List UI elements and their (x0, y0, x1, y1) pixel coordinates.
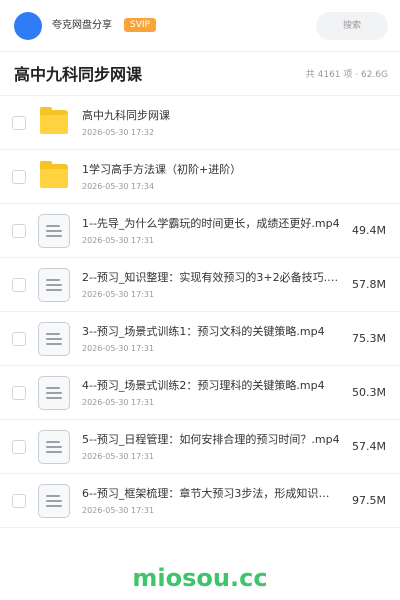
file-name: 2--预习_知识整理：实现有效预习的3+2必备技巧.mp4 (82, 271, 340, 284)
file-icon (38, 214, 70, 248)
folder-icon (38, 106, 70, 140)
file-size: 50.3M (352, 386, 386, 399)
list-item[interactable]: 1--先导_为什么学霸玩的时间更长，成绩还更好.mp4 2026-05-30 17… (0, 204, 400, 258)
list-item[interactable]: 4--预习_场景式训练2：预习理科的关键策略.mp4 2026-05-30 17:… (0, 366, 400, 420)
file-date: 2026-05-30 17:31 (82, 506, 155, 515)
file-list: 高中九科同步网课 2026-05-30 17:32 1学习高手方法课（初阶+进阶） 2… (0, 96, 400, 528)
file-date: 2026-05-30 17:34 (82, 182, 155, 191)
file-date: 2026-05-30 17:31 (82, 290, 155, 299)
file-size: 57.8M (352, 278, 386, 291)
select-checkbox[interactable] (12, 224, 26, 238)
file-size: 57.4M (352, 440, 386, 453)
file-icon (38, 430, 70, 464)
file-date: 2026-05-30 17:31 (82, 236, 155, 245)
header: 夸克网盘分享 SVIP 搜索 (0, 0, 400, 52)
file-name: 5--预习_日程管理：如何安排合理的预习时间？.mp4 (82, 433, 340, 446)
file-size: 97.5M (352, 494, 386, 507)
list-item[interactable]: 6--预习_框架梳理：章节大预习3步法，形成知识体系.mp4 2026-05-30… (0, 474, 400, 528)
file-name: 高中九科同步网课 (82, 109, 170, 122)
share-title: 夸克网盘分享 (52, 20, 112, 31)
file-date: 2026-05-30 17:31 (82, 344, 155, 353)
file-name: 4--预习_场景式训练2：预习理科的关键策略.mp4 (82, 379, 325, 392)
file-date: 2026-05-30 17:31 (82, 452, 155, 461)
select-checkbox[interactable] (12, 494, 26, 508)
select-checkbox[interactable] (12, 440, 26, 454)
list-item[interactable]: 高中九科同步网课 2026-05-30 17:32 (0, 96, 400, 150)
folder-icon (38, 160, 70, 194)
file-name: 1--先导_为什么学霸玩的时间更长，成绩还更好.mp4 (82, 217, 340, 230)
file-icon (38, 268, 70, 302)
list-item[interactable]: 2--预习_知识整理：实现有效预习的3+2必备技巧.mp4 2026-05-30 … (0, 258, 400, 312)
file-size: 49.4M (352, 224, 386, 237)
select-checkbox[interactable] (12, 386, 26, 400)
avatar[interactable] (14, 12, 42, 40)
file-date: 2026-05-30 17:31 (82, 398, 155, 407)
select-checkbox[interactable] (12, 116, 26, 130)
select-checkbox[interactable] (12, 278, 26, 292)
svip-badge: SVIP (124, 18, 156, 32)
file-name: 1学习高手方法课（初阶+进阶） (82, 163, 242, 176)
file-size: 75.3M (352, 332, 386, 345)
list-item[interactable]: 1学习高手方法课（初阶+进阶） 2026-05-30 17:34 (0, 150, 400, 204)
search-input[interactable]: 搜索 (316, 12, 388, 40)
file-name: 3--预习_场景式训练1：预习文科的关键策略.mp4 (82, 325, 325, 338)
title-bar: 高中九科同步网课 共 4161 项 · 62.6G (0, 52, 400, 96)
page-title: 高中九科同步网课 (14, 65, 143, 84)
select-checkbox[interactable] (12, 332, 26, 346)
select-checkbox[interactable] (12, 170, 26, 184)
file-icon (38, 376, 70, 410)
list-item[interactable]: 3--预习_场景式训练1：预习文科的关键策略.mp4 2026-05-30 17:… (0, 312, 400, 366)
watermark: miosou.cc (132, 564, 268, 592)
folder-summary: 共 4161 项 · 62.6G (305, 70, 388, 80)
list-item[interactable]: 5--预习_日程管理：如何安排合理的预习时间？.mp4 2026-05-30 17… (0, 420, 400, 474)
file-name: 6--预习_框架梳理：章节大预习3步法，形成知识体系.mp4 (82, 487, 340, 500)
file-date: 2026-05-30 17:32 (82, 128, 155, 137)
file-icon (38, 484, 70, 518)
file-icon (38, 322, 70, 356)
